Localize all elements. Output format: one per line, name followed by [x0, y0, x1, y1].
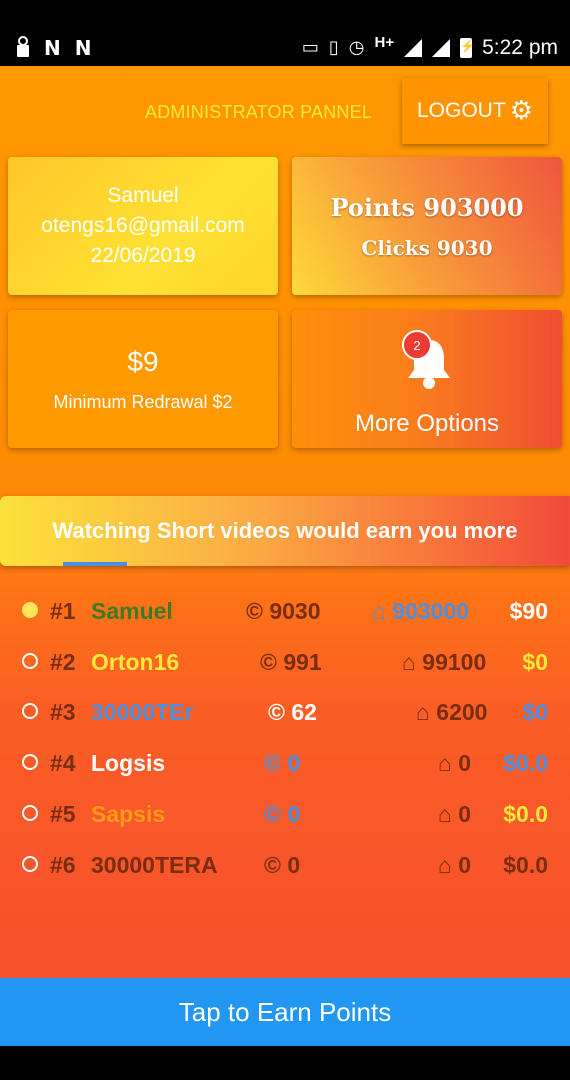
navigation-bar [0, 1046, 570, 1080]
leaderboard-money: $0 [522, 699, 548, 726]
user-name: Samuel [107, 184, 179, 207]
leaderboard-money: $0 [522, 648, 548, 675]
leaderboard-name: 30000TEr [91, 699, 194, 726]
administrator-panel-link[interactable]: ADMINISTRATOR PANNEL [145, 102, 372, 123]
leaderboard-points: ⌂ 0 [438, 800, 472, 827]
user-email: otengs16@gmail.com [41, 214, 245, 237]
leaderboard-money: $0.0 [503, 750, 548, 777]
app-screen: ADMINISTRATOR PANNEL LOGOUT ⚙ Samuel ote… [0, 66, 570, 978]
banner-text: Watching Short videos would earn you mor… [52, 518, 518, 543]
status-left-icons: N N [16, 36, 92, 60]
leaderboard-name: 30000TERA [91, 851, 218, 878]
clock: 5:22 pm [482, 36, 558, 59]
lock-icon [17, 36, 29, 57]
leaderboard-name: Sapsis [91, 800, 166, 827]
leaderboard-rank: #4 [50, 750, 76, 777]
signal-icon [404, 39, 423, 57]
status-right-icons: ▭ ▯ ◷ H+ 5:22 pm [301, 33, 558, 60]
leaderboard-points: ⌂ 99100 [402, 648, 487, 675]
logout-label: LOGOUT [417, 99, 506, 122]
leaderboard-clicks: © 0 [264, 750, 301, 777]
leaderboard-clicks: © 62 [268, 699, 317, 726]
leaderboard-money: $0.0 [503, 851, 548, 878]
radio-indicator [22, 855, 38, 872]
leaderboard-row[interactable]: #2 Orton16 © 991 ⌂ 99100 $0 [0, 637, 570, 687]
leaderboard-row[interactable]: #3 30000TEr © 62 ⌂ 6200 $0 [0, 687, 570, 737]
more-options-label: More Options [354, 410, 500, 437]
gear-icon: ⚙ [509, 96, 533, 126]
leaderboard-money: $90 [509, 598, 548, 624]
leaderboard-clicks: © 0 [264, 851, 301, 878]
radio-indicator [22, 602, 38, 618]
leaderboard-clicks: © 0 [264, 800, 301, 827]
network-type: H+ [374, 33, 395, 51]
banner-page-indicator [63, 562, 127, 566]
leaderboard-row[interactable]: #6 30000TERA © 0 ⌂ 0 $0.0 [0, 840, 570, 890]
more-options-card[interactable]: 2 More Options [292, 310, 562, 448]
leaderboard-rank: #6 [50, 851, 76, 878]
leaderboard-clicks: © 9030 [246, 598, 321, 624]
leaderboard-rank: #1 [50, 598, 76, 624]
status-bar: N N ▭ ▯ ◷ H+ 5:22 pm [0, 0, 570, 66]
n-notification-icon: N [44, 36, 61, 60]
notification-badge: 2 [402, 330, 432, 360]
leaderboard-row[interactable]: #5 Sapsis © 0 ⌂ 0 $0.0 [0, 789, 570, 839]
radio-indicator [22, 652, 38, 669]
radio-indicator [22, 703, 38, 720]
leaderboard-rank: #2 [50, 648, 76, 675]
leaderboard-points: ⌂ 0 [438, 851, 472, 878]
points-value: Points 903000 [330, 192, 524, 222]
leaderboard-clicks: © 991 [260, 648, 322, 675]
leaderboard-row[interactable]: #4 Logsis © 0 ⌂ 0 $0.0 [0, 738, 570, 788]
promo-banner[interactable]: Watching Short videos would earn you mor… [0, 496, 570, 566]
leaderboard-points: ⌂ 6200 [416, 699, 488, 726]
balance-card: $9 Minimum Redrawal $2 [8, 310, 278, 448]
leaderboard-rank: #3 [50, 699, 76, 726]
leaderboard-money: $0.0 [503, 800, 548, 827]
radio-indicator [22, 804, 38, 821]
battery-charging-icon [460, 38, 475, 58]
leaderboard-name: Samuel [91, 598, 173, 624]
cast-icon: ▭ [301, 37, 319, 58]
points-card: Points 903000 Clicks 9030 [292, 157, 562, 295]
balance-amount: $9 [127, 345, 159, 377]
leaderboard-row[interactable]: #1 Samuel © 9030 ⌂ 903000 $90 [0, 586, 570, 636]
leaderboard-points: ⌂ 903000 [372, 598, 470, 624]
notification-bell[interactable]: 2 [402, 330, 456, 390]
user-date: 22/06/2019 [90, 244, 196, 267]
leaderboard-name: Logsis [91, 750, 166, 777]
clicks-value: Clicks 9030 [361, 235, 493, 260]
user-info-card: Samuel otengs16@gmail.com 22/06/2019 [8, 157, 278, 295]
minimum-withdrawal: Minimum Redrawal $2 [53, 391, 233, 412]
n-notification-icon: N [74, 36, 92, 60]
leaderboard-rank: #5 [50, 800, 76, 827]
vibrate-icon: ▯ [328, 37, 339, 58]
radio-indicator [22, 754, 38, 771]
signal-icon [432, 39, 451, 57]
leaderboard-points: ⌂ 0 [438, 750, 472, 777]
leaderboard-name: Orton16 [91, 648, 180, 675]
logout-button[interactable]: LOGOUT ⚙ [402, 78, 548, 144]
tap-to-earn-label: Tap to Earn Points [178, 996, 392, 1027]
tap-to-earn-button[interactable]: Tap to Earn Points [0, 978, 570, 1046]
alarm-icon: ◷ [348, 37, 365, 58]
